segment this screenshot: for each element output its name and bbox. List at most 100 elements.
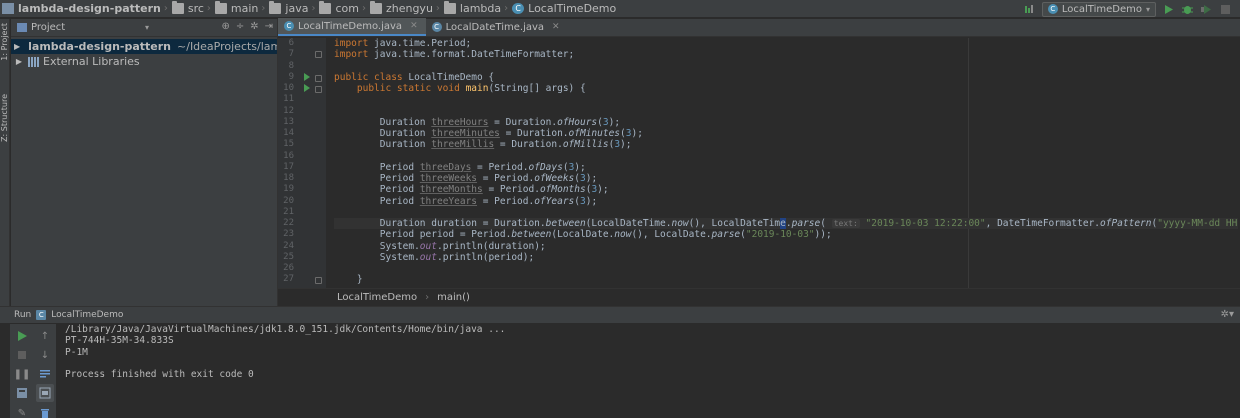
class-icon: C — [512, 3, 525, 14]
line-number: 16 — [283, 150, 294, 161]
run-config-icon: C — [36, 310, 47, 320]
line-number: 11 — [283, 94, 294, 105]
editor-tab-bar: C LocalTimeDemo.java ✕ C LocalDateTime.j… — [278, 18, 1240, 37]
breadcrumb-localtimedemo[interactable]: C LocalTimeDemo — [510, 0, 618, 18]
close-icon[interactable]: ✕ — [552, 22, 560, 32]
chevron-right-icon: › — [361, 3, 366, 14]
line-number: 24 — [283, 240, 294, 251]
arrow-down-icon[interactable]: ↓ — [39, 349, 51, 361]
breadcrumb-com[interactable]: com › — [317, 0, 368, 18]
breadcrumb-method[interactable]: main() — [437, 292, 470, 303]
code-line-20: Period threeYears = Period.ofYears(3); — [379, 195, 598, 207]
line-number: 15 — [283, 139, 294, 150]
run-main-icon[interactable] — [304, 84, 310, 92]
line-number: 26 — [283, 263, 294, 273]
collapse-icon[interactable]: ÷ — [236, 21, 244, 32]
locate-icon[interactable]: ⊕ — [221, 21, 229, 32]
breadcrumb-src[interactable]: src › — [170, 0, 213, 18]
pause-icon[interactable]: ❚❚ — [14, 368, 31, 380]
breadcrumb-zhengyu[interactable]: zhengyu › — [368, 0, 442, 18]
line-number: 17 — [283, 161, 294, 172]
run-configuration-select[interactable]: C LocalTimeDemo ▾ — [1041, 1, 1156, 17]
breadcrumb-project[interactable]: lambda-design-pattern › — [0, 0, 170, 18]
breadcrumb-label: com — [335, 2, 359, 15]
fold-marker-icon[interactable] — [315, 75, 322, 82]
console-output[interactable]: /Library/Java/JavaVirtualMachines/jdk1.8… — [65, 324, 505, 380]
run-panel: Run C LocalTimeDemo ✲▾ ↑ ↓ ❚❚ ✎ /Library… — [0, 306, 1240, 418]
breadcrumb-class[interactable]: LocalTimeDemo — [337, 292, 417, 303]
debug-icon[interactable] — [1181, 3, 1194, 16]
tree-item-project[interactable]: ▶ lambda-design-pattern ~/IdeaProjects/l… — [11, 39, 320, 54]
breadcrumb-label: lambda — [459, 2, 502, 15]
rerun-icon[interactable] — [16, 330, 28, 342]
stop-icon[interactable] — [1219, 3, 1232, 16]
breadcrumb-main[interactable]: main › — [213, 0, 267, 18]
code-line-13: Duration threeHours = Duration.ofHours(3… — [379, 116, 621, 128]
trash-icon[interactable] — [39, 407, 51, 418]
line-number: 6 — [288, 38, 294, 48]
breadcrumb-project-label: lambda-design-pattern — [18, 2, 161, 15]
code-line-24: System.out.println(duration); — [334, 240, 546, 252]
tab-label: LocalTimeDemo.java — [298, 20, 403, 32]
parameter-hint: text: — [831, 219, 860, 228]
gear-icon[interactable]: ✲ — [250, 21, 258, 32]
folder-icon — [214, 1, 227, 14]
expand-arrow-icon[interactable]: ▶ — [14, 57, 24, 66]
arrow-up-icon[interactable]: ↑ — [39, 330, 51, 342]
soft-wrap-icon[interactable] — [39, 368, 51, 380]
tab-structure[interactable]: Z: Structure — [0, 94, 10, 142]
close-icon[interactable]: ✕ — [410, 21, 418, 31]
run-tab-label[interactable]: LocalTimeDemo — [51, 310, 123, 320]
breadcrumb-java[interactable]: java › — [267, 0, 317, 18]
expand-arrow-icon[interactable]: ▶ — [14, 42, 20, 51]
chevron-right-icon: › — [206, 3, 211, 14]
project-folder-icon — [2, 3, 14, 14]
console-line: /Library/Java/JavaVirtualMachines/jdk1.8… — [65, 324, 506, 335]
console-line: PT-744H-35M-34.833S — [65, 335, 174, 347]
project-view-icon — [17, 23, 27, 32]
fold-marker-icon[interactable] — [315, 277, 322, 284]
pin-icon[interactable]: ✎ — [16, 407, 28, 418]
breadcrumb-label: java — [285, 2, 309, 15]
code-line-10: public static void main(String[] args) { — [356, 83, 586, 94]
line-number: 21 — [283, 206, 294, 217]
code-line-23: Period period = Period.between(LocalDate… — [334, 229, 832, 241]
run-toolbar: ↑ ↓ ❚❚ ✎ — [10, 324, 56, 418]
library-icon — [28, 56, 39, 67]
line-number: 27 — [283, 274, 294, 285]
coverage-icon[interactable] — [1200, 3, 1213, 16]
run-class-icon[interactable] — [304, 73, 310, 81]
gear-icon[interactable]: ✲▾ — [1221, 309, 1234, 320]
code-area[interactable]: import java.time.Period; import java.tim… — [334, 38, 1239, 288]
code-line-14: Duration threeMinutes = Duration.ofMinut… — [379, 128, 643, 139]
chevron-down-icon[interactable]: ▾ — [145, 23, 149, 32]
chevron-right-icon: › — [435, 3, 440, 14]
code-line-27: } — [334, 274, 363, 286]
print-icon[interactable] — [36, 384, 54, 402]
line-number: 25 — [283, 251, 294, 262]
project-panel: Project ▾ ⊕ ÷ ✲ ⇥ ▶ lambda-design-patter… — [11, 19, 320, 306]
hide-icon[interactable]: ⇥ — [265, 21, 273, 32]
stop-icon[interactable] — [16, 349, 28, 361]
tab-localtimedemo[interactable]: C LocalTimeDemo.java ✕ — [278, 18, 426, 36]
fold-marker-icon[interactable] — [315, 86, 322, 93]
fold-marker-icon[interactable] — [315, 51, 322, 58]
code-line-15: Duration threeMillis = Duration.ofMillis… — [379, 139, 632, 151]
project-panel-title[interactable]: Project — [31, 22, 65, 33]
build-icon[interactable] — [1023, 3, 1036, 16]
dump-threads-icon[interactable] — [16, 387, 28, 399]
tree-item-external-libraries[interactable]: ▶ External Libraries — [11, 54, 277, 69]
line-number: 19 — [283, 184, 294, 195]
tab-localdatetime[interactable]: C LocalDateTime.java ✕ — [426, 18, 568, 36]
folder-icon — [443, 1, 456, 14]
code-line-19: Period threeMonths = Period.ofMonths(3); — [379, 184, 609, 196]
breadcrumb-label: zhengyu — [385, 2, 433, 15]
tab-project[interactable]: 1: Project — [0, 23, 10, 61]
left-tool-strip: 1: Project Z: Structure — [0, 19, 10, 306]
line-number: 14 — [283, 128, 294, 138]
line-number: 7 — [288, 49, 294, 60]
console-line: Process finished with exit code 0 — [65, 369, 254, 381]
breadcrumb-lambda[interactable]: lambda › — [442, 0, 510, 18]
run-icon[interactable] — [1162, 3, 1175, 16]
